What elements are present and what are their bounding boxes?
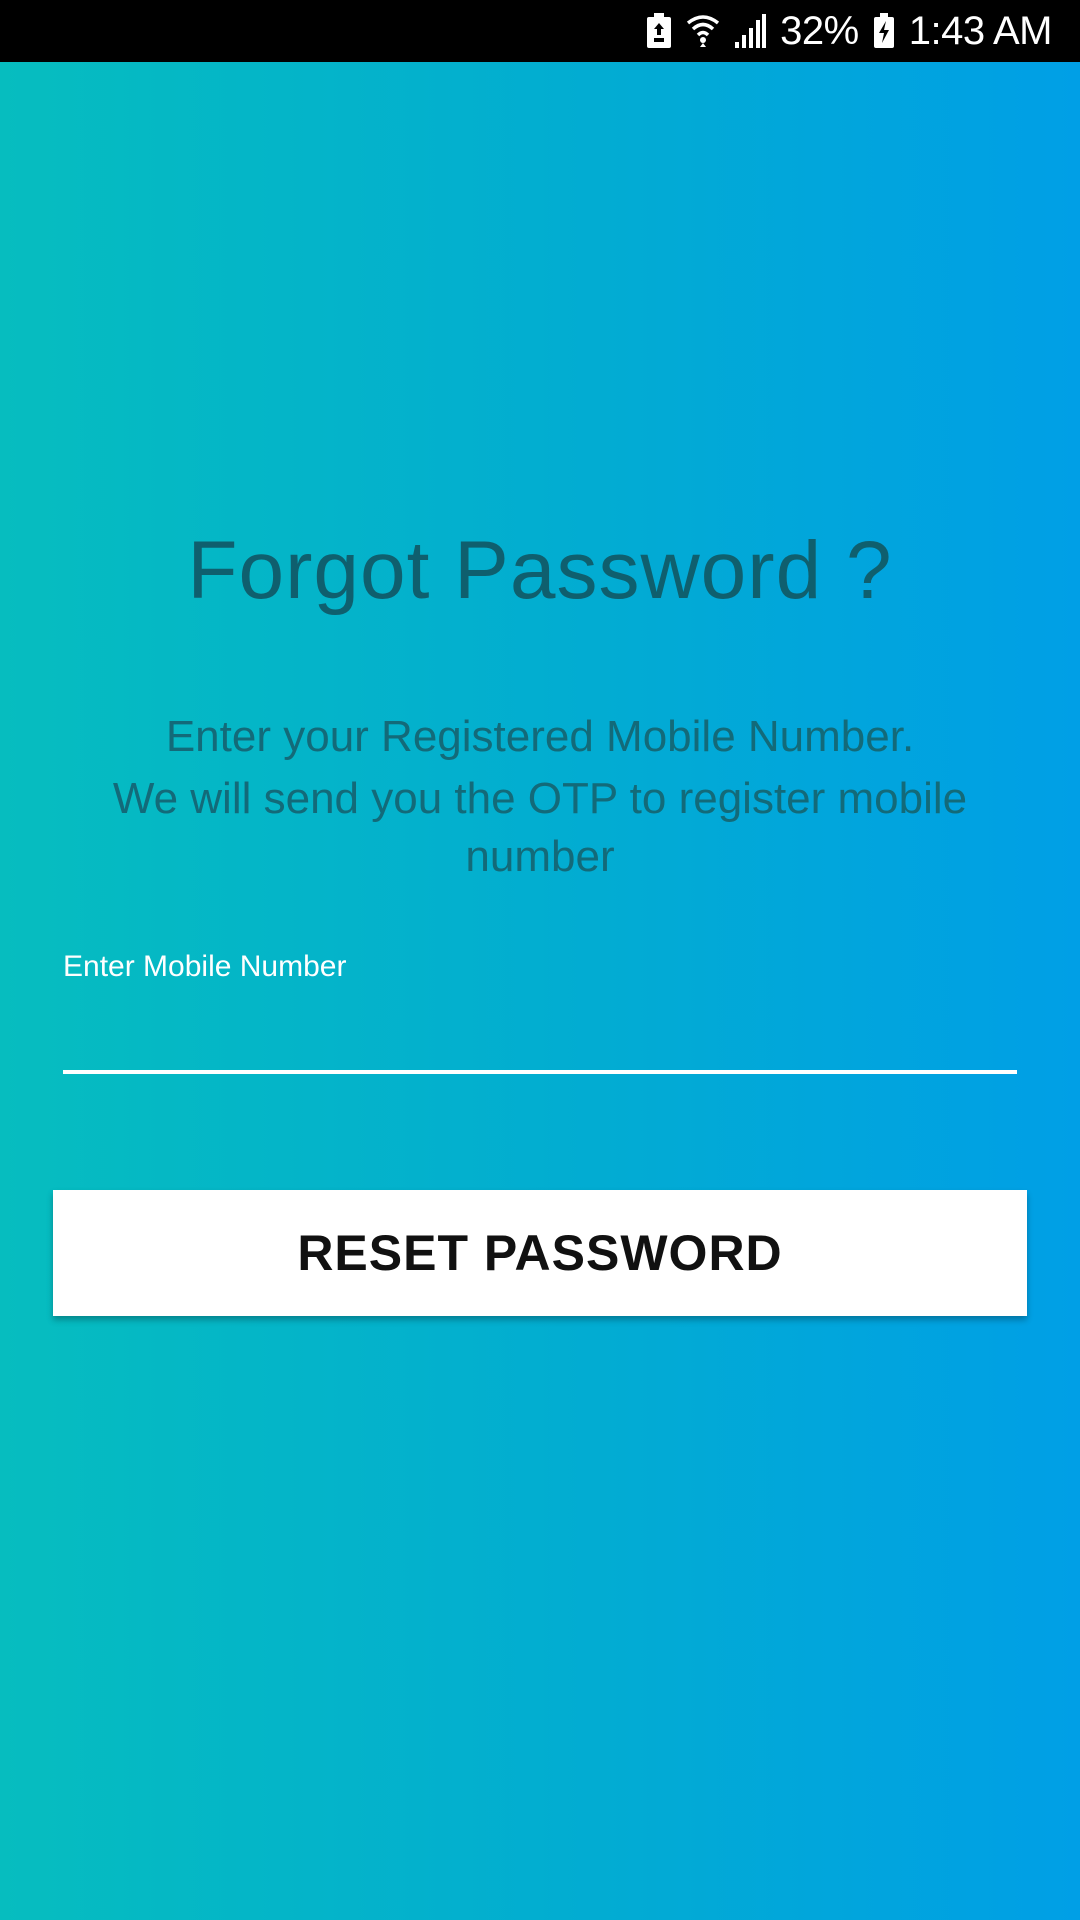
battery-saver-icon [646,11,672,51]
mobile-number-input[interactable] [63,1002,1017,1074]
instructions-line-1: Enter your Registered Mobile Number. [165,712,915,761]
battery-charging-icon [873,11,895,51]
clock: 1:43 AM [908,8,1053,53]
page-title: Forgot Password ? [187,525,893,616]
status-bar: 32% 1:43 AM [0,0,1080,62]
battery-percent: 32% [780,8,859,53]
forgot-password-screen: Forgot Password ? Enter your Registered … [0,62,1080,1920]
reset-password-button[interactable]: RESET PASSWORD [53,1190,1027,1316]
wifi-icon [686,11,720,51]
mobile-number-label: Enter Mobile Number [63,950,347,983]
signal-icon [734,11,767,51]
instructions-line-2: We will send you the OTP to register mob… [112,774,968,881]
instructions-text: Enter your Registered Mobile Number. We … [60,708,1020,886]
